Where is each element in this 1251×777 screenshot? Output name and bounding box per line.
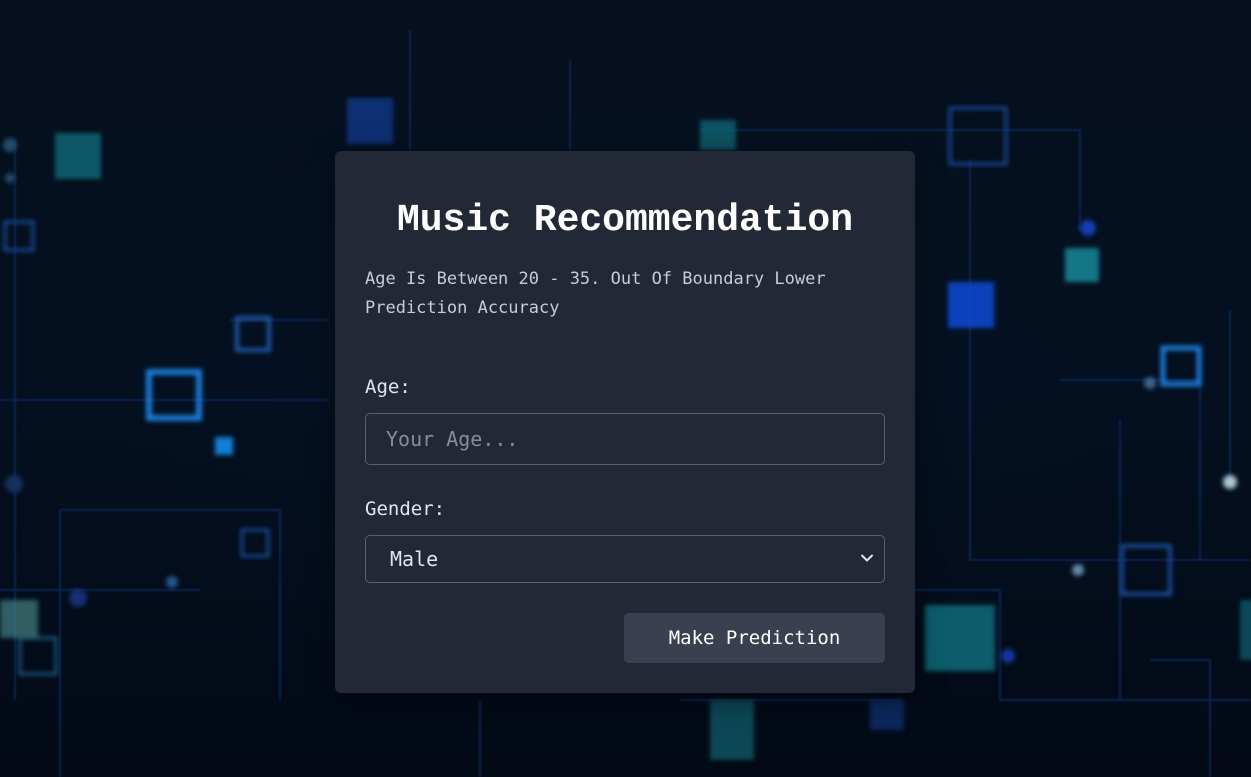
make-prediction-button[interactable]: Make Prediction (624, 613, 885, 663)
age-input[interactable] (365, 413, 885, 465)
age-label: Age: (365, 376, 411, 398)
gender-label: Gender: (365, 498, 446, 520)
gender-select[interactable]: Male (365, 535, 885, 583)
age-range-note: Age Is Between 20 - 35. Out Of Boundary … (365, 269, 826, 318)
page-title: Music Recommendation (396, 199, 854, 242)
chevron-down-icon (861, 554, 873, 562)
recommendation-card: Music Recommendation Age Is Between 20 -… (335, 151, 915, 693)
gender-select-value: Male (390, 547, 439, 571)
